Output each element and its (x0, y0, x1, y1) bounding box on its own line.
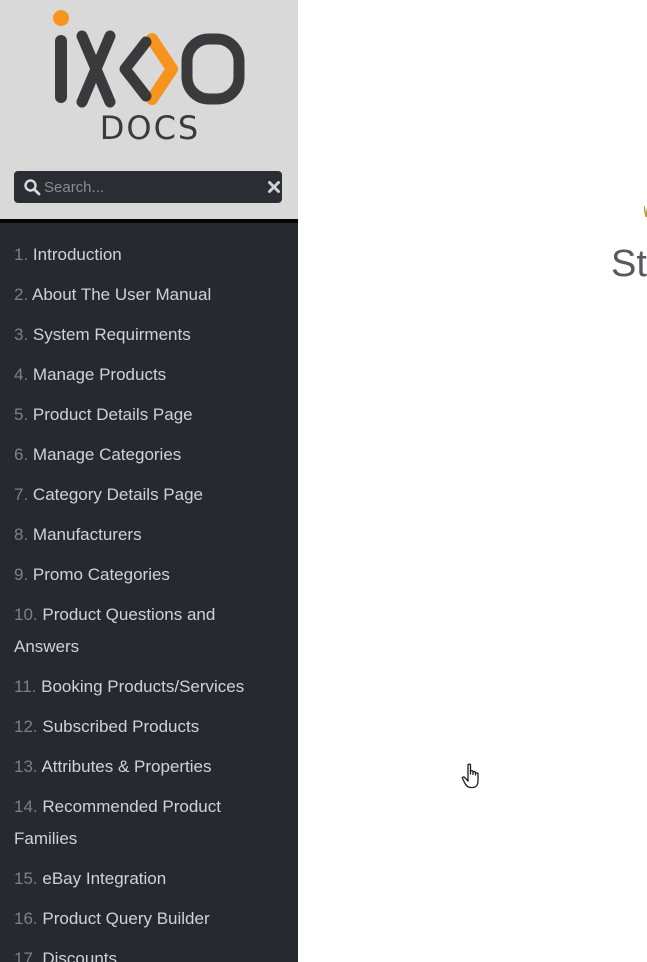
docs-label: DOCS (99, 109, 201, 147)
nav-item-label: eBay Integration (42, 869, 167, 888)
nav-item-label: Product Questions and Answers (14, 605, 216, 656)
nav-item-discounts[interactable]: 17. Discounts (14, 943, 284, 962)
nav-item-number: 8. (14, 525, 29, 544)
nav-item-label: Manage Categories (32, 445, 182, 464)
nav-item-introduction[interactable]: 1. Introduction (14, 239, 284, 279)
nav-item-label: Introduction (32, 245, 122, 264)
nav-item-number: 10. (14, 605, 38, 624)
nav-item-label: Manage Products (32, 365, 167, 384)
nav-item-label: Booking Products/Services (41, 677, 245, 696)
nav-item-system-requirements[interactable]: 3. System Requirments (14, 319, 284, 359)
nav-item-label: Product Details Page (32, 405, 193, 424)
hand-pointer-icon (461, 763, 479, 789)
nav-item-number: 5. (14, 405, 29, 424)
nav-item-number: 9. (14, 565, 29, 584)
nav-item-number: 13. (14, 757, 38, 776)
nav-item-label: Subscribed Products (42, 717, 200, 736)
nav-item-subscribed-products[interactable]: 12. Subscribed Products (14, 711, 284, 751)
nav-item-manage-products[interactable]: 4. Manage Products (14, 359, 284, 399)
search-input[interactable] (44, 175, 254, 199)
nav-item-number: 11. (14, 677, 37, 696)
nav-item-number: 2. (14, 285, 29, 304)
nav-item-number: 3. (14, 325, 29, 344)
search-box (14, 171, 282, 203)
nav-item-manufacturers[interactable]: 8. Manufacturers (14, 519, 284, 559)
ixo-docs-logo[interactable]: DOCS (50, 8, 250, 147)
nav-item-product-query-builder[interactable]: 16. Product Query Builder (14, 903, 284, 943)
nav-item-number: 17. (14, 949, 38, 962)
nav-item-number: 6. (14, 445, 29, 464)
page-title: St (611, 243, 647, 285)
nav-item-label: Attributes & Properties (41, 757, 212, 776)
nav-item-label: Discounts (42, 949, 118, 962)
nav-item-number: 12. (14, 717, 38, 736)
nav-item-booking-products-services[interactable]: 11. Booking Products/Services (14, 671, 284, 711)
toc-nav: 1. Introduction 2. About The User Manual… (14, 239, 284, 962)
sidebar: DOCS 1. Introduction 2. About The User M… (0, 0, 298, 962)
main-content: St (298, 0, 647, 962)
nav-item-number: 4. (14, 365, 29, 384)
nav-item-category-details-page[interactable]: 7. Category Details Page (14, 479, 284, 519)
nav-item-label: About The User Manual (31, 285, 212, 304)
sidebar-header: DOCS (0, 0, 298, 219)
nav-item-number: 7. (14, 485, 29, 504)
nav-item-product-details-page[interactable]: 5. Product Details Page (14, 399, 284, 439)
nav-item-promo-categories[interactable]: 9. Promo Categories (14, 559, 284, 599)
ixo-logo-icon (53, 10, 245, 108)
nav-item-recommended-product-families[interactable]: 14. Recommended Product Families (14, 791, 284, 863)
nav-item-attributes-properties[interactable]: 13. Attributes & Properties (14, 751, 284, 791)
nav-item-manage-categories[interactable]: 6. Manage Categories (14, 439, 284, 479)
search-icon (24, 179, 41, 196)
nav-item-ebay-integration[interactable]: 15. eBay Integration (14, 863, 284, 903)
nav-item-number: 14. (14, 797, 38, 816)
nav-item-about-user-manual[interactable]: 2. About The User Manual (14, 279, 284, 319)
nav-item-label: Product Query Builder (42, 909, 210, 928)
nav-item-product-questions-answers[interactable]: 10. Product Questions and Answers (14, 599, 284, 671)
header-divider (0, 219, 298, 223)
nav-item-number: 1. (14, 245, 29, 264)
nav-item-number: 15. (14, 869, 38, 888)
nav-item-label: Category Details Page (32, 485, 204, 504)
nav-item-label: Manufacturers (32, 525, 142, 544)
nav-item-label: System Requirments (32, 325, 191, 344)
nav-item-label: Promo Categories (32, 565, 170, 584)
nav-item-number: 16. (14, 909, 38, 928)
close-icon[interactable] (266, 179, 282, 195)
nav-item-label: Recommended Product Families (14, 797, 221, 848)
